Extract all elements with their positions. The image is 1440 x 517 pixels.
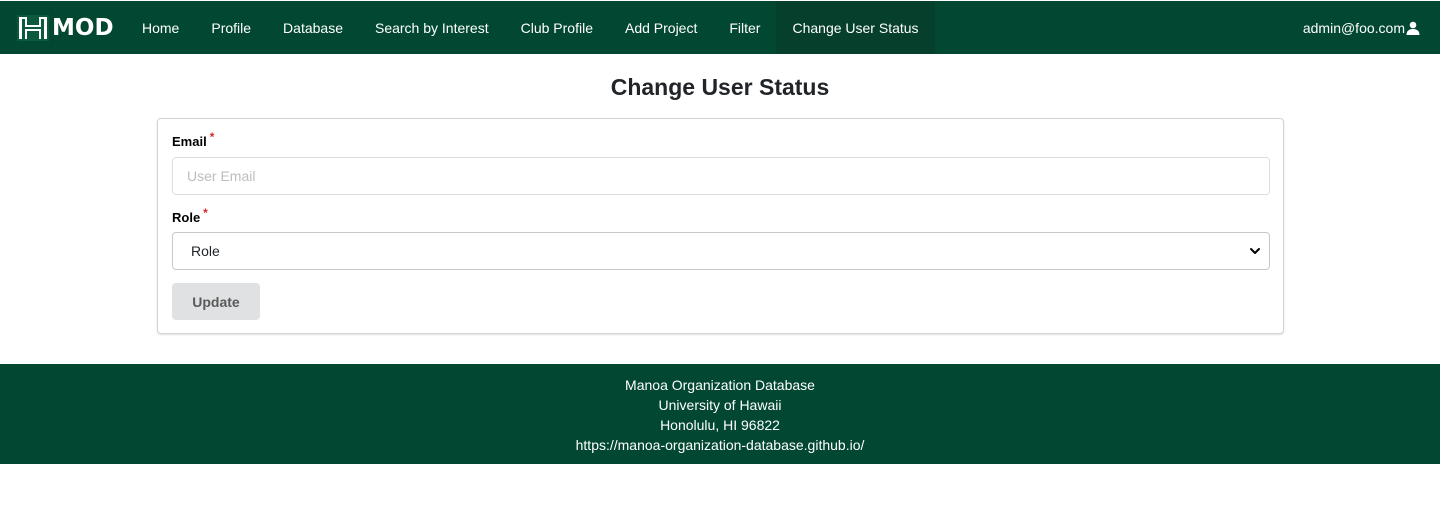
nav-filter[interactable]: Filter <box>713 1 776 54</box>
page-title: Change User Status <box>610 74 830 100</box>
role-label-text: Role <box>172 210 201 225</box>
nav-club-profile[interactable]: Club Profile <box>505 1 609 54</box>
chevron-down-icon <box>1250 248 1260 254</box>
required-mark: * <box>209 130 215 144</box>
footer-link[interactable]: https://manoa-organization-database.gith… <box>0 435 1440 455</box>
user-icon <box>1406 21 1420 35</box>
top-navbar: MOD Home Profile Database Search by Inte… <box>0 0 1440 54</box>
brand-text: MOD <box>52 15 114 41</box>
update-button[interactable]: Update <box>172 283 260 320</box>
nav-profile[interactable]: Profile <box>195 1 267 54</box>
footer-line: Honolulu, HI 96822 <box>660 417 780 433</box>
nav-search-by-interest[interactable]: Search by Interest <box>359 1 505 54</box>
required-mark: * <box>203 206 208 220</box>
footer: Manoa Organization Database University o… <box>0 364 1440 464</box>
footer-line: Manoa Organization Database <box>625 377 815 393</box>
nav-home[interactable]: Home <box>126 1 195 54</box>
nav-database[interactable]: Database <box>267 1 359 54</box>
role-select-value: Role <box>191 243 220 259</box>
nav-change-user-status[interactable]: Change User Status <box>776 1 935 54</box>
email-input[interactable] <box>172 157 1270 195</box>
nav-add-project[interactable]: Add Project <box>609 1 713 54</box>
user-menu[interactable]: admin@foo.com <box>1303 1 1420 54</box>
nav-menu: Home Profile Database Search by Interest… <box>126 1 935 54</box>
email-label: Email * <box>172 130 214 149</box>
user-email: admin@foo.com <box>1302 19 1405 36</box>
role-label: Role * <box>172 206 208 225</box>
footer-line: University of Hawaii <box>658 397 782 413</box>
brand-link[interactable]: MOD <box>16 13 114 43</box>
email-label-text: Email <box>172 134 207 149</box>
h-logo-icon <box>17 15 49 41</box>
role-select[interactable]: Role <box>172 232 1270 270</box>
change-status-form: Email* Role* Role Update <box>157 118 1284 334</box>
